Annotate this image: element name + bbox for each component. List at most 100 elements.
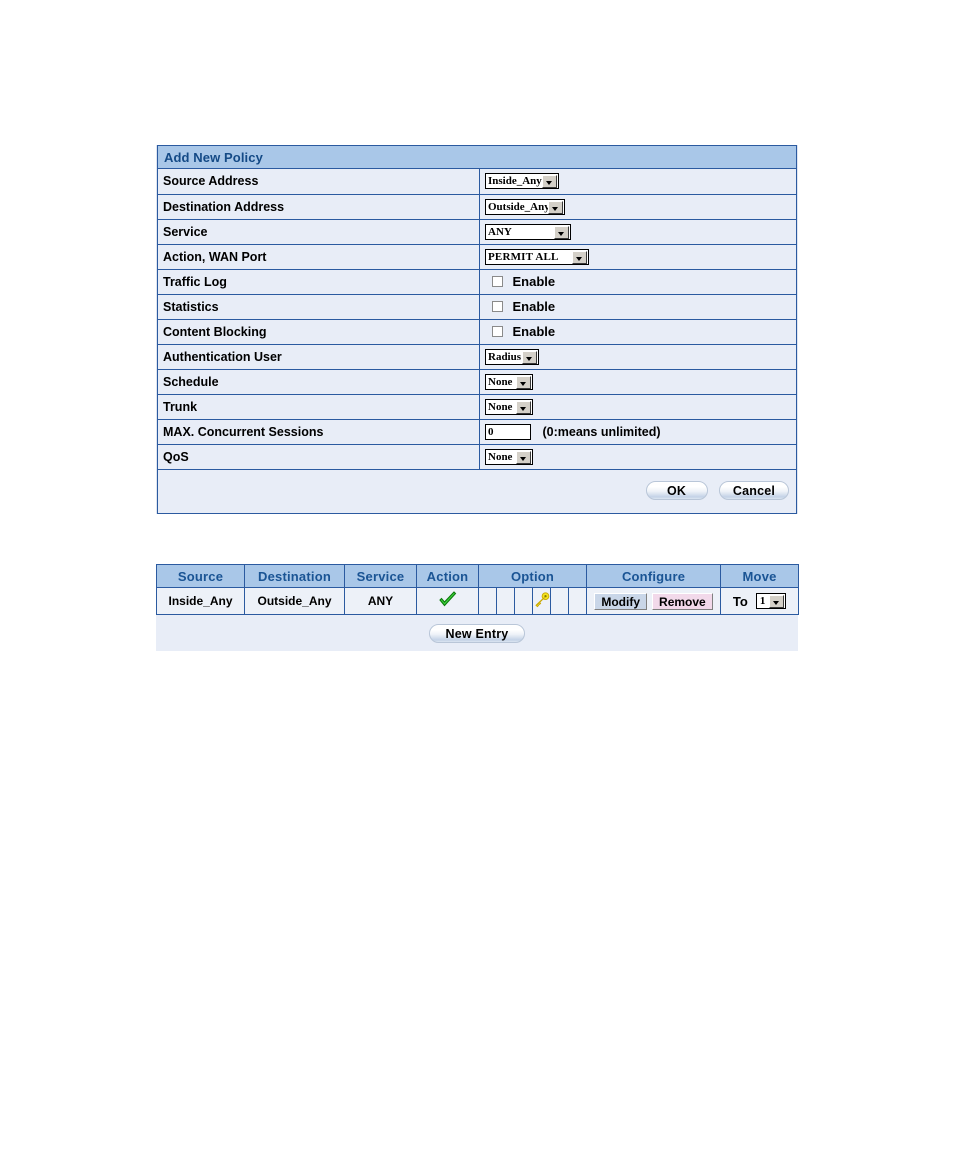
policy-form-footer: OK Cancel bbox=[157, 469, 797, 514]
chevron-down-icon bbox=[769, 595, 785, 608]
policy-form-table: Source Address Inside_Any Destination Ad… bbox=[157, 169, 797, 470]
form-row-statistics: Statistics Enable bbox=[157, 294, 797, 320]
cell-option-1[interactable] bbox=[478, 587, 497, 615]
form-row-trunk: Trunk None bbox=[157, 394, 797, 420]
column-header-move: Move bbox=[720, 564, 800, 588]
cell-option-4[interactable] bbox=[532, 587, 551, 615]
column-header-action: Action bbox=[416, 564, 479, 588]
chevron-down-icon bbox=[554, 225, 569, 239]
move-to-label: To bbox=[732, 593, 748, 609]
cell-option-5[interactable] bbox=[550, 587, 569, 615]
destination-address-select[interactable]: Outside_Any bbox=[485, 198, 565, 215]
label-max-concurrent-sessions: MAX. Concurrent Sessions bbox=[157, 419, 480, 445]
cell-source: Inside_Any bbox=[156, 587, 245, 615]
form-row-schedule: Schedule None bbox=[157, 369, 797, 395]
value-schedule: None bbox=[479, 369, 797, 395]
form-row-destination-address: Destination Address Outside_Any bbox=[157, 194, 797, 220]
trunk-select-value: None bbox=[488, 400, 513, 413]
cell-option-6[interactable] bbox=[567, 587, 588, 615]
action-wan-port-select[interactable]: PERMIT ALL bbox=[485, 248, 589, 265]
column-header-configure: Configure bbox=[586, 564, 722, 588]
authentication-user-select-value: Radius bbox=[488, 350, 522, 363]
traffic-log-checkbox-label: Enable bbox=[512, 274, 556, 290]
form-row-traffic-log: Traffic Log Enable bbox=[157, 269, 797, 295]
content-blocking-checkbox[interactable] bbox=[492, 326, 503, 338]
form-row-source-address: Source Address Inside_Any bbox=[157, 169, 797, 195]
service-select[interactable]: ANY bbox=[485, 223, 571, 240]
label-destination-address: Destination Address bbox=[157, 194, 480, 220]
cell-option-3[interactable] bbox=[514, 587, 533, 615]
chevron-down-icon bbox=[572, 250, 587, 264]
traffic-log-checkbox-wrap[interactable]: Enable bbox=[485, 274, 555, 289]
new-entry-button[interactable]: New Entry bbox=[428, 624, 526, 643]
add-new-policy-panel: Add New Policy Source Address Inside_Any… bbox=[156, 145, 798, 514]
table-row: Inside_Any Outside_Any ANY Modify Remove… bbox=[156, 587, 800, 615]
max-concurrent-sessions-input[interactable]: 0 bbox=[485, 423, 531, 440]
value-statistics: Enable bbox=[479, 294, 797, 320]
cell-configure: Modify Remove bbox=[586, 587, 722, 615]
chevron-down-icon bbox=[516, 400, 531, 414]
trunk-select[interactable]: None bbox=[485, 398, 533, 415]
value-source-address: Inside_Any bbox=[479, 169, 797, 195]
ok-button[interactable]: OK bbox=[645, 480, 708, 500]
label-statistics: Statistics bbox=[157, 294, 480, 320]
value-action-wan-port: PERMIT ALL bbox=[479, 244, 797, 270]
chevron-down-icon bbox=[548, 200, 563, 214]
modify-button[interactable]: Modify bbox=[594, 592, 648, 610]
policy-list-header-row: Source Destination Service Action Option… bbox=[156, 564, 800, 588]
value-content-blocking: Enable bbox=[479, 319, 797, 345]
key-icon bbox=[534, 591, 550, 611]
value-service: ANY bbox=[479, 219, 797, 245]
move-to-select-value: 1 bbox=[759, 595, 766, 607]
label-content-blocking: Content Blocking bbox=[157, 319, 480, 345]
label-action-wan-port: Action, WAN Port bbox=[157, 244, 480, 270]
schedule-select[interactable]: None bbox=[485, 373, 533, 390]
service-select-value: ANY bbox=[488, 225, 512, 238]
label-authentication-user: Authentication User bbox=[157, 344, 480, 370]
value-destination-address: Outside_Any bbox=[479, 194, 797, 220]
statistics-checkbox-wrap[interactable]: Enable bbox=[485, 299, 555, 314]
value-trunk: None bbox=[479, 394, 797, 420]
panel-title: Add New Policy bbox=[157, 145, 797, 169]
column-header-option: Option bbox=[477, 564, 588, 588]
label-source-address: Source Address bbox=[157, 169, 480, 195]
max-concurrent-sessions-hint: (0:means unlimited) bbox=[542, 424, 661, 439]
cancel-button[interactable]: Cancel bbox=[719, 480, 789, 500]
column-header-source: Source bbox=[156, 564, 245, 588]
label-qos: QoS bbox=[157, 444, 480, 470]
schedule-select-value: None bbox=[488, 375, 513, 388]
content-blocking-checkbox-label: Enable bbox=[512, 324, 556, 340]
form-row-qos: QoS None bbox=[157, 444, 797, 470]
traffic-log-checkbox[interactable] bbox=[492, 276, 503, 288]
chevron-down-icon bbox=[516, 375, 531, 389]
form-row-max-concurrent-sessions: MAX. Concurrent Sessions 0 (0:means unli… bbox=[157, 419, 797, 445]
cell-action bbox=[416, 587, 479, 615]
policy-list-footer: New Entry bbox=[156, 615, 798, 651]
remove-button[interactable]: Remove bbox=[652, 592, 713, 610]
cell-destination: Outside_Any bbox=[244, 587, 345, 615]
source-address-select-value: Inside_Any bbox=[488, 175, 542, 188]
chevron-down-icon bbox=[542, 175, 557, 189]
cell-option-2[interactable] bbox=[496, 587, 515, 615]
column-header-destination: Destination bbox=[244, 564, 345, 588]
chevron-down-icon bbox=[516, 450, 531, 464]
policy-list-panel: Source Destination Service Action Option… bbox=[156, 564, 800, 651]
qos-select[interactable]: None bbox=[485, 448, 533, 465]
source-address-select[interactable]: Inside_Any bbox=[485, 173, 559, 190]
chevron-down-icon bbox=[522, 350, 537, 364]
statistics-checkbox-label: Enable bbox=[512, 299, 556, 315]
policy-list-table: Source Destination Service Action Option… bbox=[156, 564, 800, 615]
value-qos: None bbox=[479, 444, 797, 470]
value-traffic-log: Enable bbox=[479, 269, 797, 295]
content-blocking-checkbox-wrap[interactable]: Enable bbox=[485, 324, 555, 339]
label-service: Service bbox=[157, 219, 480, 245]
form-row-content-blocking: Content Blocking Enable bbox=[157, 319, 797, 345]
move-to-select[interactable]: 1 bbox=[756, 593, 787, 609]
value-max-concurrent-sessions: 0 (0:means unlimited) bbox=[479, 419, 797, 445]
label-schedule: Schedule bbox=[157, 369, 480, 395]
form-row-authentication-user: Authentication User Radius bbox=[157, 344, 797, 370]
value-authentication-user: Radius bbox=[479, 344, 797, 370]
authentication-user-select[interactable]: Radius bbox=[485, 348, 539, 365]
statistics-checkbox[interactable] bbox=[492, 301, 503, 313]
cell-move: To 1 bbox=[720, 587, 800, 615]
